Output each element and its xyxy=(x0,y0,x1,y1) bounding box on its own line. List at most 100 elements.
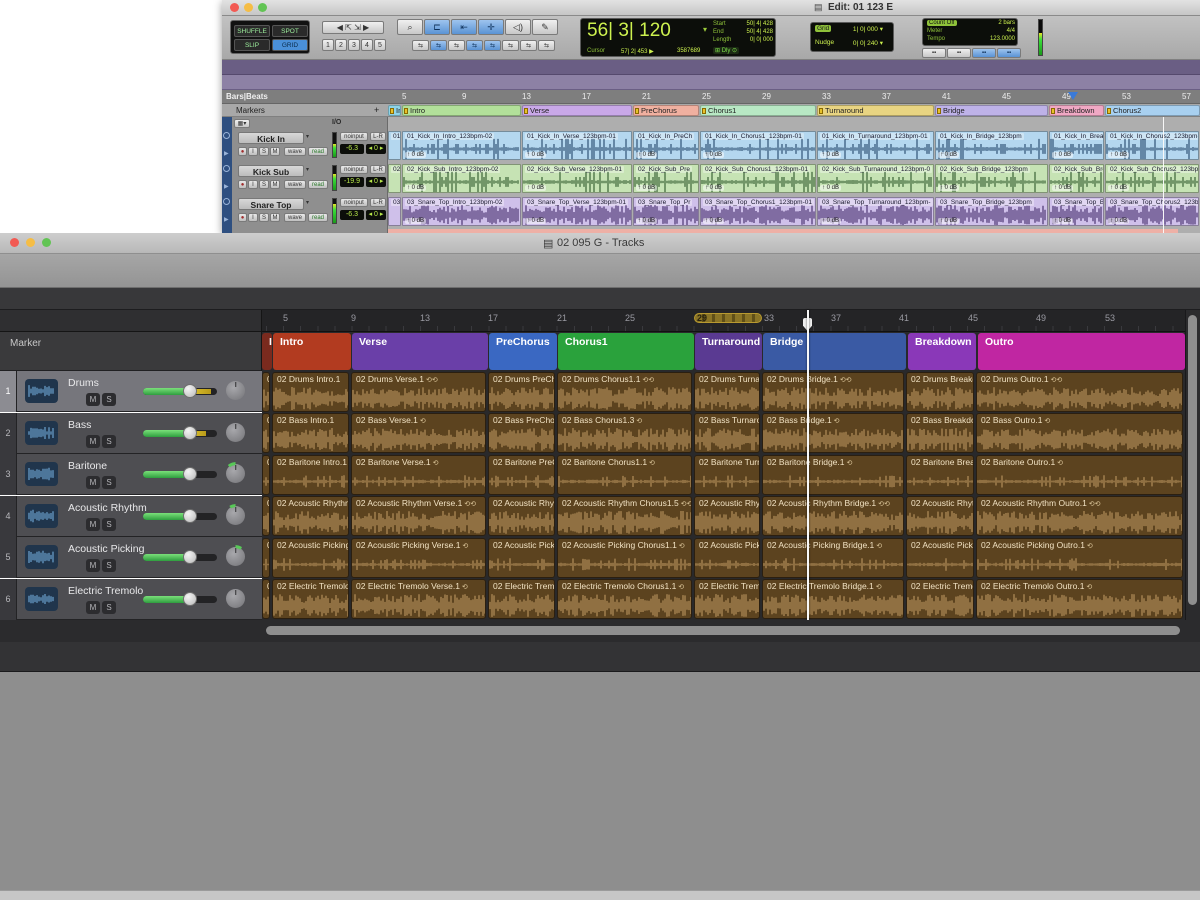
pt-region[interactable]: 03_ xyxy=(388,197,401,226)
pt-volume-display-0[interactable]: -6.3 xyxy=(340,144,364,154)
track-pan-knob[interactable] xyxy=(226,423,245,442)
marker-outro[interactable]: Outro xyxy=(978,333,1185,370)
pt-region[interactable]: 02_Kick_Sub_Bridge_123bpm↑ 0 dB xyxy=(935,164,1048,193)
region[interactable]: 02 Drums Turnarou xyxy=(694,372,760,412)
region[interactable]: 02 Acoustic Picking xyxy=(694,538,760,578)
pt-grid-value[interactable]: 1| 0| 000 ▾ xyxy=(845,25,883,33)
pt-region-gain-badge[interactable]: ↑ 0 dB xyxy=(820,185,841,191)
grabber-tool-icon[interactable]: ✛ xyxy=(478,19,504,35)
region[interactable]: 02 Electric Tremolo Outro.1 ⟲ xyxy=(976,579,1183,619)
region[interactable]: 02 Drums Intro.1 xyxy=(272,372,349,412)
zoom-window-icon[interactable] xyxy=(42,238,51,247)
pt-transport-mini-4[interactable]: ▪▪ xyxy=(997,48,1021,58)
region[interactable]: 02 Bass Bridge.1 ⟲ xyxy=(762,413,904,453)
zoom-toggle-buttons[interactable]: ◀ ⇱ ⇲ ▶ xyxy=(322,21,384,34)
pt-region[interactable]: 02_Kick_Sub_Chorus1_123bpm-01↑ 0 dB xyxy=(700,164,816,193)
pt-marker-breakdown[interactable]: Breakdown xyxy=(1049,105,1104,116)
close-icon[interactable] xyxy=(230,3,239,12)
pt-output-button-0[interactable]: L-R xyxy=(370,132,386,141)
pt-track-s-button[interactable]: S xyxy=(259,213,269,222)
pt-region[interactable]: 03_Snare_Top_Turnaround_123bpm-↑ 0 dB xyxy=(817,197,934,226)
region[interactable]: 02 Acoustic Picking Outro.1 ⟲ xyxy=(976,538,1183,578)
edit-function-button-6[interactable]: ⇆ xyxy=(502,40,519,51)
selector-tool-icon[interactable]: ⇤ xyxy=(451,19,477,35)
zoom-preset-5[interactable]: 5 xyxy=(374,39,386,51)
region[interactable]: 02 Electric Tremolo xyxy=(272,579,349,619)
pt-region[interactable]: 01_Kick_In_Chorus2_123bpm-↑ 0 dB xyxy=(1105,131,1199,160)
edit-mode-slip[interactable]: SLIP xyxy=(234,39,270,51)
pt-region-gain-badge[interactable]: ↑ 0 dB xyxy=(938,152,959,158)
pt-region[interactable]: 03_Snare_Top_Chorus2_123b↑ 0 dB xyxy=(1105,197,1199,226)
mute-button[interactable]: M xyxy=(86,601,100,614)
region[interactable]: 02 Acoustic Rhythm Bridge.1 ⟲⟲ xyxy=(762,496,904,536)
solo-button[interactable]: S xyxy=(102,393,116,406)
pt-bars-ruler[interactable]: Bars|Beats xyxy=(222,90,1200,104)
close-icon[interactable] xyxy=(10,238,19,247)
pt-transport-mini-1[interactable]: ▪▪ xyxy=(922,48,946,58)
pt-nudge-label[interactable]: Nudge xyxy=(815,39,834,46)
marker-intro[interactable]: Intro xyxy=(273,333,351,370)
region[interactable]: 02 Electric Tremolo Bridge.1 ⟲ xyxy=(762,579,904,619)
track-pan-knob[interactable] xyxy=(226,589,245,608)
pt-region-gain-badge[interactable]: ↑ 0 dB xyxy=(405,185,426,191)
region[interactable]: 02 Drums Bridge.1 ⟲⟲ xyxy=(762,372,904,412)
region[interactable]: 02 Acoustic Picking xyxy=(272,538,349,578)
pt-track-arrow-icon[interactable]: ▶ xyxy=(224,216,229,223)
pt-pan-display-2[interactable]: ◂ 0 ▸ xyxy=(366,210,386,220)
horizontal-scrollbar[interactable] xyxy=(266,626,1180,635)
region[interactable]: 02 Acoustic Picking xyxy=(906,538,974,578)
track-volume-slider[interactable] xyxy=(143,430,217,437)
track-header-3[interactable]: 3BaritoneMS xyxy=(0,454,262,495)
region[interactable]: 02 Drums Outro.1 ⟲⟲ xyxy=(976,372,1183,412)
pt-region-gain-badge[interactable]: ↑ 0 dB xyxy=(525,185,546,191)
pt-marker-turnaround[interactable]: Turnaround xyxy=(817,105,934,116)
region[interactable]: 02 Acoustic Picking Verse.1 ⟲ xyxy=(351,538,486,578)
pt-session-0-label[interactable]: Count Off xyxy=(927,20,957,26)
region[interactable]: 02 Acoustic Rhythm xyxy=(694,496,760,536)
pt-transport-mini-2[interactable]: ▪▪ xyxy=(947,48,971,58)
mute-button[interactable]: M xyxy=(86,393,100,406)
region[interactable]: 02 Acoustic Rhythm Outro.1 ⟲⟲ xyxy=(976,496,1183,536)
pt-track-scroll-icon[interactable] xyxy=(223,198,230,205)
edit-function-button-7[interactable]: ⇆ xyxy=(520,40,537,51)
region[interactable]: 02 Bass Turnaround xyxy=(694,413,760,453)
marker-verse[interactable]: Verse xyxy=(352,333,488,370)
edit-mode-grid[interactable]: GRID xyxy=(272,39,308,51)
track-header-4[interactable]: 4Acoustic RhythmMS xyxy=(0,496,262,537)
region[interactable]: 02 Acoustic Picking xyxy=(488,538,555,578)
pt-session-2-label[interactable]: Tempo xyxy=(927,36,945,42)
track-header-6[interactable]: 6Electric TremoloMS xyxy=(0,579,262,620)
region[interactable]: 02 Acoustic Rhythm xyxy=(906,496,974,536)
pt-region-gain-badge[interactable]: ↑ 0 dB xyxy=(703,218,724,224)
region[interactable]: 02 Baritone Chorus1.1 ⟲ xyxy=(557,455,692,495)
pt-region-gain-badge[interactable]: ↑ 0 dB xyxy=(938,218,959,224)
pt-input-button-2[interactable]: noinput xyxy=(340,198,368,207)
region[interactable]: 02 Acoustic Rhythm xyxy=(272,496,349,536)
marker-bridge[interactable]: Bridge xyxy=(763,333,906,370)
pt-marker-chorus1[interactable]: Chorus1 xyxy=(700,105,816,116)
mute-button[interactable]: M xyxy=(86,559,100,572)
track-volume-slider[interactable] xyxy=(143,388,217,395)
track-header-1[interactable]: 1DrumsMS xyxy=(0,371,262,412)
pt-track-menu-icon[interactable]: ▾ xyxy=(306,199,309,206)
minimize-icon[interactable] xyxy=(244,3,253,12)
pt-marker-prechorus[interactable]: PreChorus xyxy=(633,105,699,116)
pt-region-gain-badge[interactable]: ↑ 0 dB xyxy=(636,152,657,158)
pt-region[interactable]: 01_Kick_In_Verse_123bpm-01↑ 0 dB xyxy=(522,131,632,160)
region[interactable]: 02 Baritone Verse.1 ⟲ xyxy=(351,455,486,495)
track-header-5[interactable]: 5Acoustic PickingMS xyxy=(0,537,262,578)
pt-record-enable-icon[interactable]: ● xyxy=(238,147,247,156)
region[interactable]: 02 Acoustic Rhythm Chorus1.5 ⟲⟲ xyxy=(557,496,692,536)
pt-region-gain-badge[interactable]: ↑ 0 dB xyxy=(636,218,657,224)
pt-region[interactable]: 03_Snare_Top_Verse_123bpm-01↑ 0 dB xyxy=(522,197,632,226)
trim-tool-icon[interactable]: ⊏ xyxy=(424,19,450,35)
pt-volume-display-2[interactable]: -6.3 xyxy=(340,210,364,220)
region[interactable]: 02 xyxy=(262,579,270,619)
pt-automation-read-button[interactable]: read xyxy=(308,147,328,156)
pt-region[interactable]: 01_Kick_In_Intro_123bpm-02↑ 0 dB xyxy=(402,131,521,160)
pt-track-arrow-icon[interactable]: ▶ xyxy=(224,183,229,190)
pt-nudge-value[interactable]: 0| 0| 240 ▾ xyxy=(845,39,883,47)
track-volume-slider[interactable] xyxy=(143,471,217,478)
pt-region[interactable]: 03_Snare_Top_Br↑ 0 dB xyxy=(1049,197,1104,226)
solo-button[interactable]: S xyxy=(102,601,116,614)
